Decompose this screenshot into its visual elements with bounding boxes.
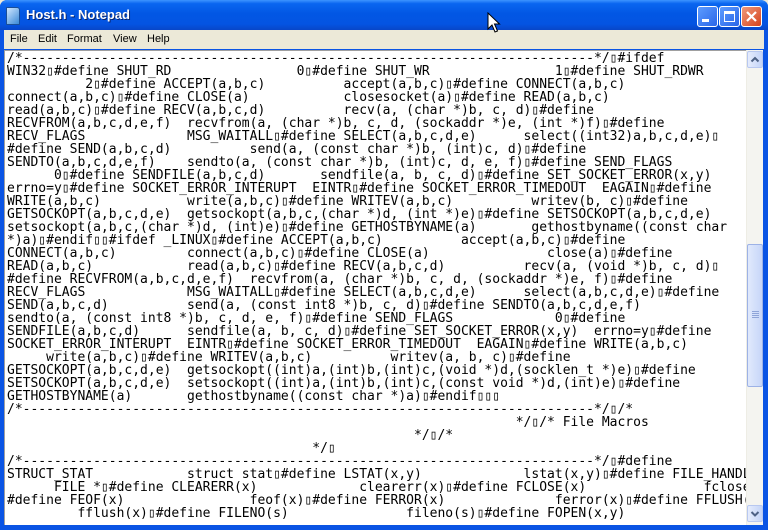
window-title: Host.h - Notepad bbox=[26, 7, 130, 22]
close-icon bbox=[746, 11, 757, 22]
maximize-icon bbox=[724, 11, 735, 22]
scrollbar-thumb[interactable] bbox=[747, 244, 763, 388]
menu-format[interactable]: Format bbox=[67, 33, 102, 45]
text-line: fflush(x)▯#define FILENO(s) fileno(s)▯#d… bbox=[7, 506, 626, 521]
scroll-down-button[interactable] bbox=[747, 505, 763, 522]
mouse-pointer-icon bbox=[487, 12, 501, 33]
vertical-scrollbar[interactable] bbox=[746, 50, 763, 525]
menu-help[interactable]: Help bbox=[147, 33, 170, 45]
minimize-icon bbox=[702, 19, 709, 22]
grip-icon bbox=[752, 311, 759, 313]
menu-bar: File Edit Format View Help bbox=[4, 30, 764, 49]
minimize-button[interactable] bbox=[697, 6, 718, 27]
editor-text[interactable]: /*--------------------------------------… bbox=[7, 52, 746, 520]
scroll-down-arrow-icon bbox=[750, 511, 760, 517]
maximize-button[interactable] bbox=[719, 6, 740, 27]
window-bottom-border bbox=[0, 525, 768, 530]
title-bar[interactable]: Host.h - Notepad bbox=[0, 0, 768, 30]
scroll-up-arrow-icon bbox=[750, 56, 760, 63]
menu-file[interactable]: File bbox=[10, 33, 28, 45]
close-button[interactable] bbox=[741, 6, 762, 27]
menu-view[interactable]: View bbox=[113, 33, 137, 45]
notepad-icon bbox=[6, 7, 20, 25]
notepad-window: Host.h - Notepad File Edit Format View H… bbox=[0, 0, 768, 530]
menu-edit[interactable]: Edit bbox=[38, 33, 57, 45]
scroll-up-button[interactable] bbox=[747, 51, 763, 68]
text-editor[interactable]: /*--------------------------------------… bbox=[4, 50, 746, 525]
